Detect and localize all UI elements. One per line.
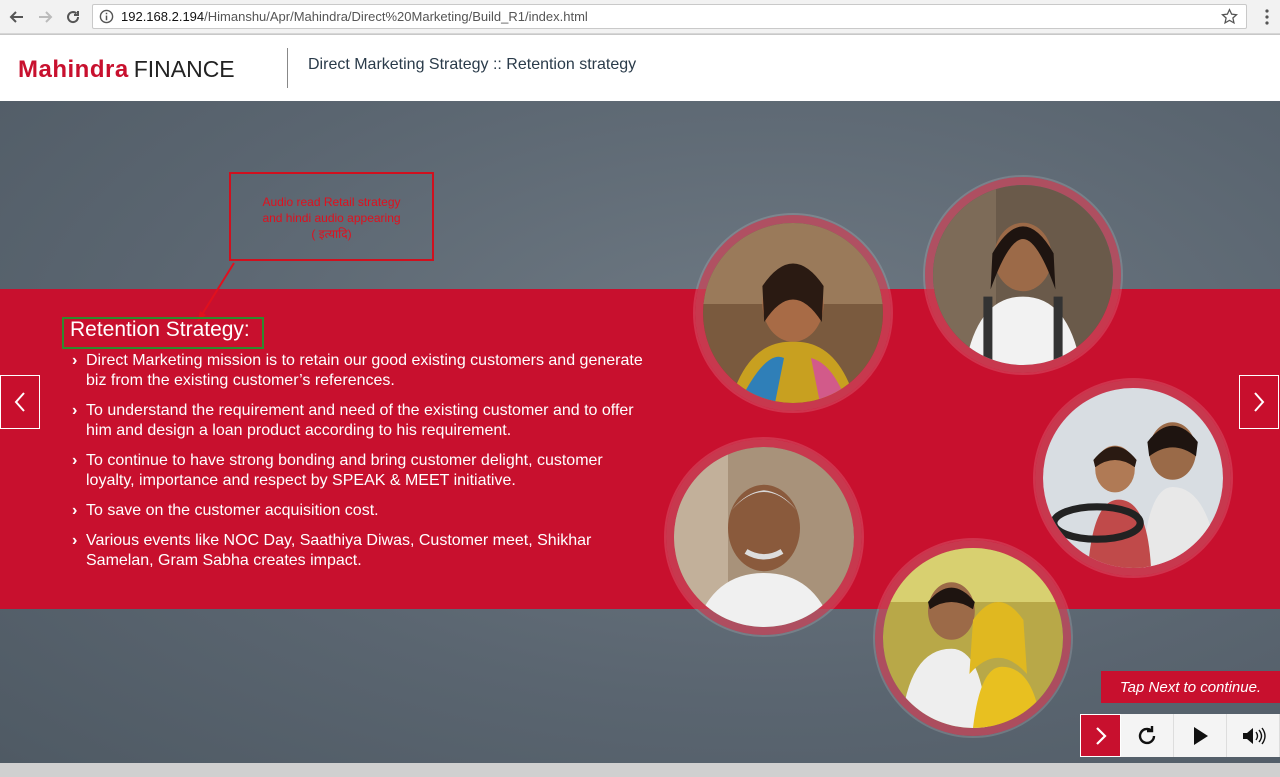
chevron-bullet-icon: › [72,452,78,469]
chevron-bullet-icon: › [72,402,78,419]
bullet-text: Direct Marketing mission is to retain ou… [86,352,643,389]
page-title: Direct Marketing Strategy :: Retention s… [308,56,637,73]
chevron-bullet-icon: › [72,352,78,369]
back-arrow-icon [9,11,23,23]
logo-brand: Mahindra [18,56,129,83]
chevron-bullet-icon: › [72,502,78,519]
chevron-left-icon [14,392,25,412]
photo-smiling-girl [925,177,1121,373]
list-item: › Various events like NOC Day, Saathiya D… [72,531,652,571]
logo-sub: FINANCE [133,56,235,82]
content-heading: Retention Strategy: [70,318,250,341]
tap-next-text: Tap Next to continue. [1119,678,1262,696]
url-path: /Himanshu/Apr/Mahindra/Direct%20Marketin… [204,9,588,24]
list-item: › To continue to have strong bonding and … [72,451,652,491]
volume-icon [1243,727,1266,744]
slide-stage: Audio read Retail strategy and hindi aud… [0,101,1280,763]
bullet-text: Various events like NOC Day, Saathiya Di… [86,532,592,569]
chevron-bullet-icon: › [72,532,78,549]
forward-button[interactable] [34,6,56,28]
annotation-line-3: ( इत्यादि) [311,227,352,241]
bullet-text: To save on the customer acquisition cost… [86,502,379,519]
volume-button[interactable] [1227,714,1280,757]
annotation-line-2: and hindi audio appearing [262,211,401,225]
bottom-scroll-area [0,763,1280,777]
star-icon[interactable] [1221,8,1238,25]
photo-father-son [1035,380,1231,576]
prev-slide-button[interactable] [0,375,40,429]
browser-toolbar: 192.168.2.194/Himanshu/Apr/Mahindra/Dire… [0,0,1280,34]
photo-elderly-man [666,439,862,635]
play-button[interactable] [1174,714,1227,757]
tap-next-prompt: Tap Next to continue. [1101,671,1280,703]
chevron-right-icon [1095,726,1107,745]
mahindra-finance-logo: Mahindra FINANCE [18,56,235,84]
next-button[interactable] [1080,714,1121,757]
bullet-text: To understand the requirement and need o… [86,402,634,439]
annotation-line-1: Audio read Retail strategy [262,195,401,209]
url-host: 192.168.2.194 [121,9,205,24]
photo-young-couple [875,540,1071,736]
reload-icon [67,11,80,24]
photo-young-woman [695,215,891,411]
header-divider [287,48,288,88]
url-text: 192.168.2.194/Himanshu/Apr/Mahindra/Dire… [121,9,588,24]
back-button[interactable] [6,6,28,28]
reload-button[interactable] [62,6,84,28]
list-item: › Direct Marketing mission is to retain o… [72,351,652,391]
play-icon [1194,726,1208,745]
review-annotation-box: Audio read Retail strategy and hindi aud… [229,172,434,261]
more-menu-icon[interactable] [1264,8,1270,26]
list-item: › To understand the requirement and need … [72,401,652,441]
list-item: › To save on the customer acquisition cos… [72,501,652,521]
address-bar[interactable]: 192.168.2.194/Himanshu/Apr/Mahindra/Dire… [92,4,1247,29]
app-header: Mahindra FINANCE Direct Marketing Strate… [0,35,1280,101]
info-icon[interactable] [99,9,114,24]
forward-arrow-icon [39,11,53,23]
bullet-text: To continue to have strong bonding and b… [86,452,603,489]
next-slide-button[interactable] [1239,375,1279,429]
replay-button[interactable] [1121,714,1174,757]
replay-icon [1138,725,1156,744]
chevron-right-icon [1254,392,1265,412]
player-controls [1080,714,1280,757]
bullet-list: › Direct Marketing mission is to retain o… [72,351,652,581]
